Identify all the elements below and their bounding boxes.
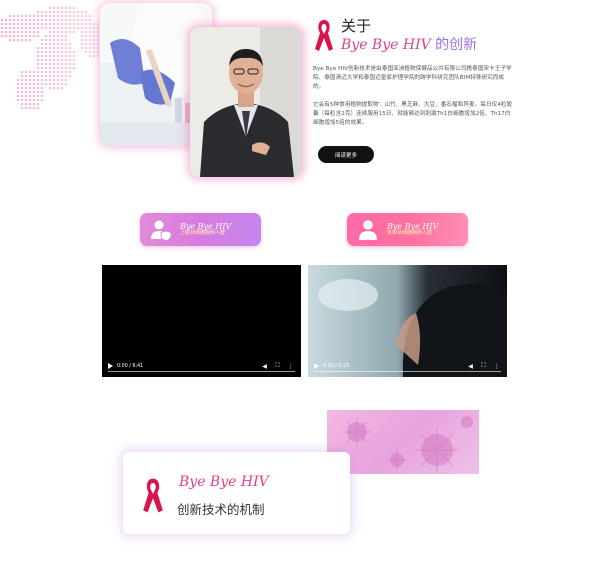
role-button-positive[interactable]: Bye Bye HIV 上蚊状细胞病例人群	[140, 213, 261, 246]
mechanism-title: 创新技术的机制	[177, 502, 265, 517]
about-paragraph-1: Bye Bye HIV创新技术是由泰国亚洲植物保健品公共有限公司携泰国宋卡王子学…	[313, 65, 512, 90]
video-progress-bar[interactable]	[314, 371, 501, 372]
ribbon-icon	[315, 20, 333, 51]
role-subtitle: 上蚊状细胞病例人群	[180, 230, 226, 237]
video-player-2[interactable]: 0:00 / 5:29 ◀ ⛶ ⋮	[308, 265, 507, 377]
more-icon[interactable]: ⋮	[286, 363, 295, 370]
about-title-suffix: 的创新	[435, 36, 478, 53]
mechanism-card[interactable]: Bye Bye HIV 创新技术的机制	[123, 452, 350, 534]
more-icon[interactable]: ⋮	[492, 363, 501, 370]
video-progress-bar[interactable]	[108, 371, 295, 372]
fullscreen-icon[interactable]: ⛶	[479, 362, 488, 370]
about-subtitle: Bye Bye HIV 的创新	[341, 36, 478, 53]
about-title: 关于	[341, 17, 372, 35]
user-icon	[359, 219, 377, 240]
video-time: 0:00 / 6:41	[117, 363, 144, 369]
fullscreen-icon[interactable]: ⛶	[273, 362, 282, 370]
ribbon-icon	[143, 478, 163, 513]
user-shield-icon	[151, 220, 172, 241]
video-controls: 0:00 / 6:41 ◀ ⛶ ⋮	[102, 355, 301, 377]
about-section: 关于 Bye Bye HIV 的创新 Bye Bye HIV创新技术是由泰国亚洲…	[313, 18, 513, 128]
video-player-1[interactable]: 0:00 / 6:41 ◀ ⛶ ⋮	[102, 265, 301, 377]
play-icon[interactable]	[108, 363, 113, 369]
video-time: 0:00 / 5:29	[323, 363, 350, 369]
executive-photo	[190, 27, 302, 177]
role-button-negative[interactable]: Bye Bye HIV 未蚊状细胞病例人群	[347, 213, 468, 246]
mechanism-brand: Bye Bye HIV	[179, 474, 269, 490]
about-paragraph-2: 它会有5种食用植物提取物：山竹、黑芝麻、大豆、番石榴和异麦。每日仅4粒胶囊（每粒…	[313, 101, 513, 126]
video-controls: 0:00 / 5:29 ◀ ⛶ ⋮	[308, 355, 507, 377]
role-subtitle: 未蚊状细胞病例人群	[387, 230, 433, 237]
volume-icon[interactable]: ◀	[260, 363, 269, 370]
brand-name: Bye Bye HIV	[341, 36, 431, 53]
volume-icon[interactable]: ◀	[466, 363, 475, 370]
play-icon[interactable]	[314, 363, 319, 369]
read-more-button[interactable]: 阅读更多	[318, 146, 374, 163]
